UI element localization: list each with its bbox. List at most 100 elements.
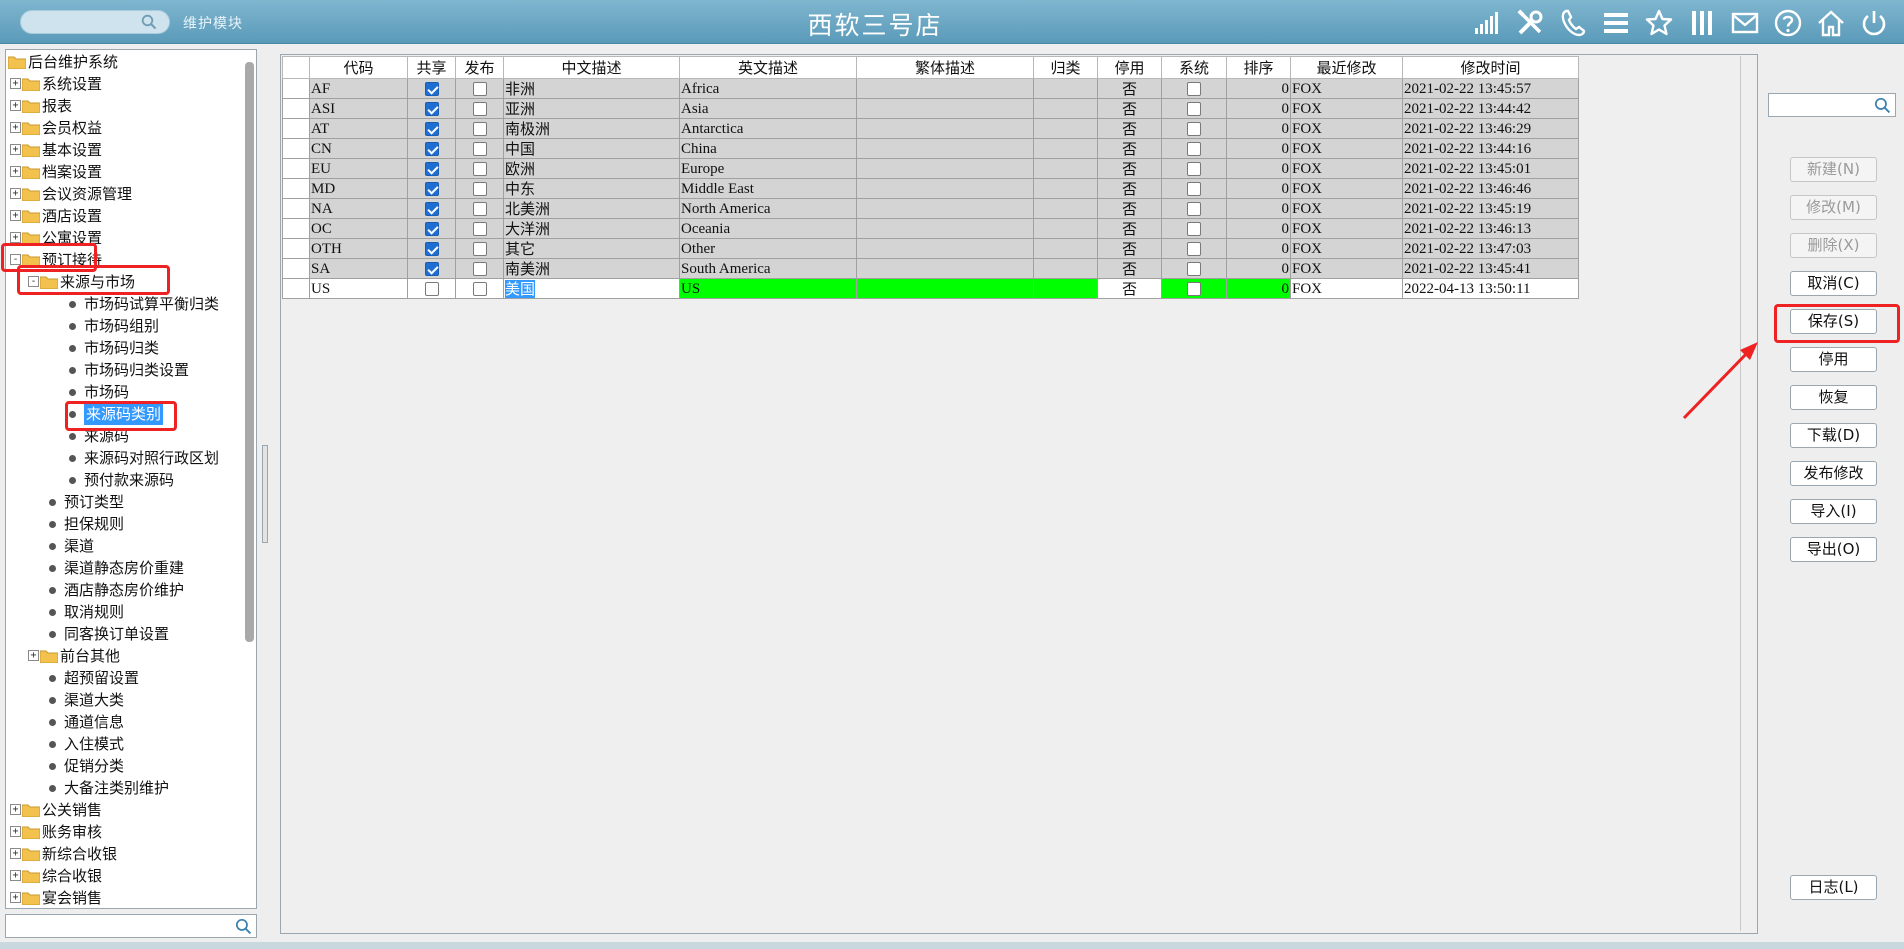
traditional-desc-cell[interactable]	[856, 118, 1034, 139]
code-cell[interactable]: OC	[309, 218, 408, 239]
sort-cell[interactable]: 0	[1226, 198, 1291, 219]
publish-cell[interactable]	[455, 178, 504, 199]
shared-checkbox[interactable]	[424, 222, 439, 237]
publish-checkbox[interactable]	[472, 202, 487, 217]
expand-icon[interactable]: +	[10, 232, 21, 243]
publish-cell[interactable]	[455, 218, 504, 239]
category-cell[interactable]	[1033, 178, 1098, 199]
category-cell[interactable]	[1033, 198, 1098, 219]
chinese-desc-cell[interactable]: 其它	[503, 238, 680, 259]
mail-icon[interactable]	[1728, 6, 1761, 39]
english-desc-cell[interactable]: Asia	[679, 98, 857, 119]
disabled-cell[interactable]: 否	[1097, 278, 1162, 299]
row-indicator[interactable]	[282, 218, 310, 239]
system-checkbox[interactable]	[1187, 222, 1201, 237]
disabled-cell[interactable]: 否	[1097, 78, 1162, 99]
table-row[interactable]: AT 南极洲 Antarctica 否 0 FOX 2021-02-22 13:46:29	[282, 118, 1579, 139]
publish-checkbox[interactable]	[472, 222, 487, 237]
disabled-cell[interactable]: 否	[1097, 218, 1162, 239]
expand-icon[interactable]: +	[10, 144, 21, 155]
chinese-desc-cell[interactable]: 欧洲	[503, 158, 680, 179]
expand-icon[interactable]: +	[10, 848, 21, 859]
publish-checkbox[interactable]	[472, 82, 487, 97]
category-cell[interactable]	[1033, 138, 1098, 159]
export-button[interactable]: 导出(O)	[1790, 537, 1877, 562]
category-cell[interactable]	[1033, 218, 1098, 239]
english-desc-cell[interactable]: Other	[679, 238, 857, 259]
row-indicator[interactable]	[282, 238, 310, 259]
category-cell[interactable]	[1033, 278, 1098, 299]
sort-cell[interactable]: 0	[1226, 278, 1291, 299]
system-cell[interactable]	[1161, 178, 1227, 199]
table-row[interactable]: SA 南美洲 South America 否 0 FOX 2021-02-22 13:45:…	[282, 258, 1579, 279]
traditional-desc-cell[interactable]	[856, 158, 1034, 179]
table-row[interactable]: US 美国 US 否 0 FOX 2022-04-13 13:50:11	[282, 278, 1579, 299]
chinese-desc-cell[interactable]: 非洲	[503, 78, 680, 99]
traditional-desc-cell[interactable]	[856, 238, 1034, 259]
sort-cell[interactable]: 0	[1226, 118, 1291, 139]
publish-cell[interactable]	[455, 118, 504, 139]
code-cell[interactable]: NA	[309, 198, 408, 219]
row-indicator[interactable]	[282, 258, 310, 279]
sort-cell[interactable]: 0	[1226, 218, 1291, 239]
shared-cell[interactable]	[407, 118, 456, 139]
expand-icon[interactable]: +	[10, 826, 21, 837]
expand-icon[interactable]: +	[10, 166, 21, 177]
expand-icon[interactable]: +	[28, 650, 39, 661]
shared-checkbox[interactable]	[424, 122, 439, 137]
signal-icon[interactable]	[1470, 6, 1503, 39]
panel-splitter[interactable]	[262, 445, 268, 543]
system-checkbox[interactable]	[1187, 202, 1201, 217]
column-header[interactable]: 归类	[1033, 56, 1098, 79]
code-cell[interactable]: EU	[309, 158, 408, 179]
publish-cell[interactable]	[455, 278, 504, 299]
columns-icon[interactable]	[1685, 6, 1718, 39]
sort-cell[interactable]: 0	[1226, 258, 1291, 279]
table-row[interactable]: ASI 亚洲 Asia 否 0 FOX 2021-02-22 13:44:42	[282, 98, 1579, 119]
disabled-cell[interactable]: 否	[1097, 238, 1162, 259]
power-icon[interactable]	[1857, 6, 1890, 39]
row-indicator[interactable]	[282, 278, 310, 299]
collapse-icon[interactable]: -	[10, 254, 21, 265]
tools-icon[interactable]	[1513, 6, 1546, 39]
download-button[interactable]: 下载(D)	[1790, 423, 1877, 448]
cancel-button[interactable]: 取消(C)	[1790, 271, 1877, 296]
shared-checkbox[interactable]	[424, 262, 439, 277]
system-checkbox[interactable]	[1187, 102, 1201, 117]
system-cell[interactable]	[1161, 278, 1227, 299]
category-cell[interactable]	[1033, 258, 1098, 279]
shared-cell[interactable]	[407, 238, 456, 259]
import-button[interactable]: 导入(I)	[1790, 499, 1877, 524]
english-desc-cell[interactable]: Antarctica	[679, 118, 857, 139]
publish-checkbox[interactable]	[472, 142, 487, 157]
star-icon[interactable]	[1642, 6, 1675, 39]
english-desc-cell[interactable]: Europe	[679, 158, 857, 179]
publish-checkbox[interactable]	[472, 162, 487, 177]
table-row[interactable]: EU 欧洲 Europe 否 0 FOX 2021-02-22 13:45:01	[282, 158, 1579, 179]
sort-cell[interactable]: 0	[1226, 238, 1291, 259]
traditional-desc-cell[interactable]	[856, 278, 1034, 299]
code-cell[interactable]: MD	[309, 178, 408, 199]
table-row[interactable]: MD 中东 Middle East 否 0 FOX 2021-02-22 13:46:46	[282, 178, 1579, 199]
shared-cell[interactable]	[407, 78, 456, 99]
expand-icon[interactable]: +	[10, 870, 21, 881]
tree-search-input[interactable]	[5, 914, 257, 938]
tree-scrollbar[interactable]	[245, 62, 254, 642]
log-button[interactable]: 日志(L)	[1790, 875, 1877, 900]
system-checkbox[interactable]	[1187, 182, 1201, 197]
system-cell[interactable]	[1161, 218, 1227, 239]
help-icon[interactable]	[1771, 6, 1804, 39]
column-header[interactable]: 共享	[407, 56, 456, 79]
delete-button[interactable]: 删除(X)	[1790, 233, 1877, 258]
category-cell[interactable]	[1033, 238, 1098, 259]
shared-checkbox[interactable]	[424, 182, 439, 197]
shared-cell[interactable]	[407, 258, 456, 279]
row-indicator[interactable]	[282, 158, 310, 179]
shared-cell[interactable]	[407, 198, 456, 219]
disabled-cell[interactable]: 否	[1097, 138, 1162, 159]
row-indicator[interactable]	[282, 98, 310, 119]
expand-icon[interactable]: +	[10, 78, 21, 89]
traditional-desc-cell[interactable]	[856, 98, 1034, 119]
code-cell[interactable]: CN	[309, 138, 408, 159]
table-row[interactable]: OC 大洋洲 Oceania 否 0 FOX 2021-02-22 13:46:13	[282, 218, 1579, 239]
